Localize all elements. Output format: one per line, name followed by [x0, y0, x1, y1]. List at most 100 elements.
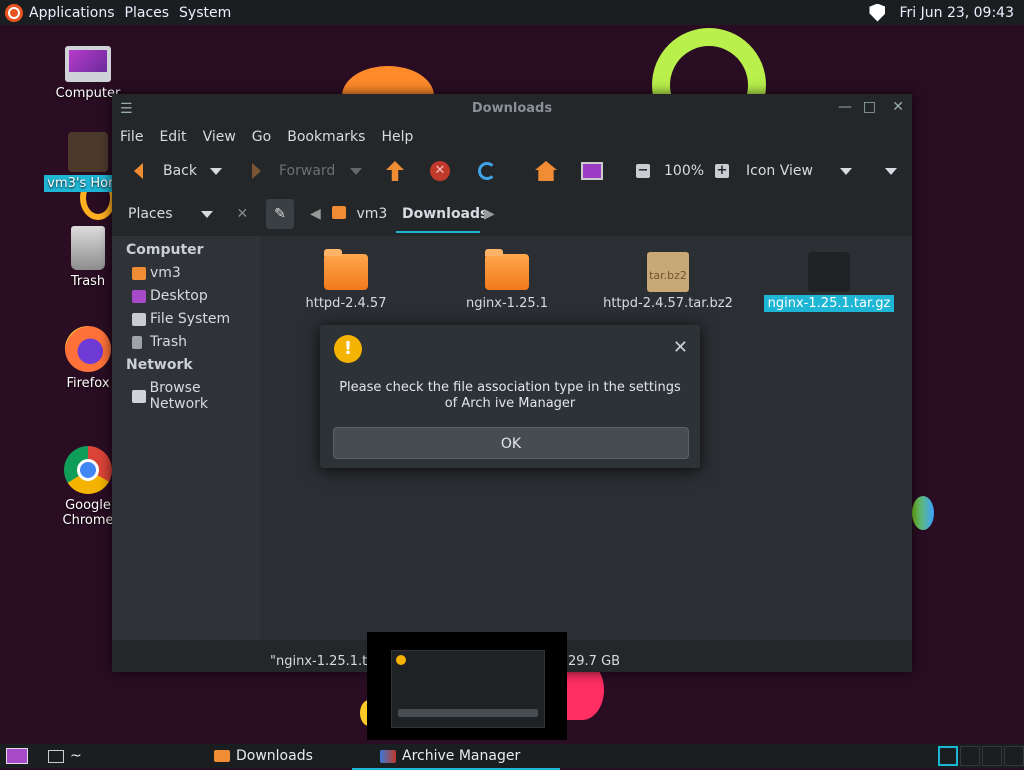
- computer-icon: [65, 46, 111, 82]
- view-mode-label: Icon View: [746, 163, 813, 179]
- side-pane: Computer vm3 Desktop File System Trash N…: [112, 236, 260, 640]
- sidebar-item-vm3[interactable]: vm3: [132, 265, 181, 281]
- folder-icon: [485, 249, 529, 290]
- chevron-down-icon[interactable]: [200, 210, 213, 218]
- desktop-icon-label: Firefox: [66, 376, 110, 391]
- menu-go[interactable]: Go: [252, 129, 271, 145]
- forward-label: Forward: [279, 163, 336, 179]
- taskbar-item-archive-manager[interactable]: Archive Manager: [351, 748, 561, 770]
- menubar: File Edit View Go Bookmarks Help: [112, 124, 912, 150]
- forward-history-button[interactable]: [350, 167, 362, 175]
- warning-icon: !: [334, 335, 362, 363]
- network-icon: [132, 389, 146, 403]
- back-history-button[interactable]: [210, 167, 222, 175]
- menu-file[interactable]: File: [120, 129, 143, 145]
- warning-icon: [396, 655, 406, 665]
- sidebar-item-trash[interactable]: Trash: [132, 334, 187, 350]
- menu-system[interactable]: System: [179, 5, 231, 21]
- menu-edit[interactable]: Edit: [159, 129, 186, 145]
- close-icon[interactable]: ✕: [673, 337, 688, 358]
- workspace-1[interactable]: [938, 746, 958, 766]
- file-name: nginx-1.25.1.tar.gz: [763, 295, 895, 312]
- minus-icon: −: [636, 163, 650, 178]
- toolbar-overflow-button[interactable]: [885, 167, 897, 175]
- file-name: httpd-2.4.57.tar.bz2: [603, 296, 733, 311]
- home-button[interactable]: [535, 161, 557, 181]
- firefox-icon: [65, 326, 111, 372]
- trash-icon: [132, 335, 142, 349]
- desktop-icon-label: Computer: [55, 86, 121, 101]
- chevron-down-icon: [885, 167, 897, 175]
- menu-places[interactable]: Places: [125, 5, 170, 21]
- sidebar-item-browse-network[interactable]: Browse Network: [132, 380, 260, 412]
- home-folder-icon: [68, 132, 108, 172]
- up-button[interactable]: [386, 161, 404, 181]
- menu-bookmarks[interactable]: Bookmarks: [287, 129, 365, 145]
- shield-icon[interactable]: [869, 3, 886, 22]
- chevron-down-icon: [840, 167, 852, 175]
- breadcrumb-label: vm3: [356, 206, 388, 222]
- show-desktop-icon[interactable]: [6, 748, 28, 764]
- back-button[interactable]: Back: [134, 163, 197, 179]
- side-pane-header: Places ✕: [112, 192, 260, 236]
- menu-help[interactable]: Help: [381, 129, 413, 145]
- warning-dialog: ! ✕ Please check the file association ty…: [320, 325, 700, 468]
- taskbar-item-downloads[interactable]: Downloads: [214, 748, 313, 764]
- reload-icon: [478, 162, 496, 180]
- ok-button[interactable]: OK: [333, 427, 689, 459]
- trash-icon: [71, 226, 105, 270]
- window-preview-thumbnail[interactable]: [367, 632, 567, 740]
- computer-button[interactable]: [581, 162, 603, 180]
- file-item[interactable]: httpd-2.4.57: [276, 249, 416, 311]
- maximize-icon[interactable]: □: [863, 99, 876, 115]
- archive-icon: [808, 252, 850, 292]
- archive-manager-icon: [380, 749, 396, 763]
- sidebar-item-filesystem[interactable]: File System: [132, 311, 230, 327]
- sidebar-item-label: Browse Network: [149, 380, 209, 412]
- minimize-icon[interactable]: —: [838, 99, 852, 115]
- side-pane-selector[interactable]: Places: [128, 206, 173, 222]
- workspace-4[interactable]: [1004, 746, 1024, 766]
- close-side-pane-icon[interactable]: ✕: [237, 206, 249, 222]
- workspace-2[interactable]: [960, 746, 980, 766]
- reload-button[interactable]: [478, 162, 496, 180]
- folder-icon: [214, 750, 230, 762]
- edit-location-button[interactable]: ✎: [266, 199, 294, 229]
- zoom-level: 100%: [664, 163, 705, 179]
- wallpaper-shape: [912, 496, 934, 530]
- breadcrumb-right-arrow-icon[interactable]: ▶: [484, 206, 495, 222]
- back-arrow-icon: [134, 163, 143, 179]
- desktop-icon-computer[interactable]: Computer: [43, 46, 133, 101]
- computer-icon: [581, 162, 603, 180]
- drive-icon: [132, 312, 146, 326]
- ubuntu-logo-icon[interactable]: [5, 3, 23, 22]
- sidebar-item-desktop[interactable]: Desktop: [132, 288, 208, 304]
- location-bar: ✎ ◀ vm3 Downloads ▶: [260, 192, 912, 236]
- view-mode-select[interactable]: Icon View: [746, 163, 856, 179]
- chevron-down-icon: [210, 167, 222, 175]
- breadcrumb-left-arrow-icon[interactable]: ◀: [310, 206, 321, 222]
- chevron-down-icon: [350, 167, 362, 175]
- file-name: nginx-1.25.1: [465, 296, 549, 311]
- menu-view[interactable]: View: [203, 129, 236, 145]
- preview-dialog-thumbnail: [391, 650, 545, 728]
- window-titlebar[interactable]: ☰ Downloads — □ ✕: [112, 94, 912, 124]
- file-item[interactable]: tar.bz2 httpd-2.4.57.tar.bz2: [598, 252, 738, 311]
- dialog-message: Please check the file association type i…: [339, 380, 681, 411]
- archive-icon: tar.bz2: [647, 252, 689, 292]
- breadcrumb-active-indicator: [396, 231, 480, 233]
- zoom-in-button[interactable]: +: [715, 164, 729, 178]
- workspace-3[interactable]: [982, 746, 1002, 766]
- stop-button[interactable]: ✕: [430, 161, 450, 181]
- breadcrumb-vm3[interactable]: vm3: [332, 206, 387, 222]
- menu-applications[interactable]: Applications: [29, 5, 115, 21]
- clock[interactable]: Fri Jun 23, 09:43: [899, 5, 1014, 21]
- desktop-icon-label: Trash: [70, 274, 106, 289]
- breadcrumb-downloads[interactable]: Downloads: [402, 206, 488, 222]
- forward-button[interactable]: Forward: [252, 163, 335, 179]
- file-item-selected[interactable]: nginx-1.25.1.tar.gz: [759, 252, 899, 312]
- close-icon[interactable]: ✕: [892, 99, 904, 115]
- file-item[interactable]: nginx-1.25.1: [437, 249, 577, 311]
- terminal-task[interactable]: ~: [48, 748, 82, 764]
- zoom-out-button[interactable]: −: [636, 164, 650, 178]
